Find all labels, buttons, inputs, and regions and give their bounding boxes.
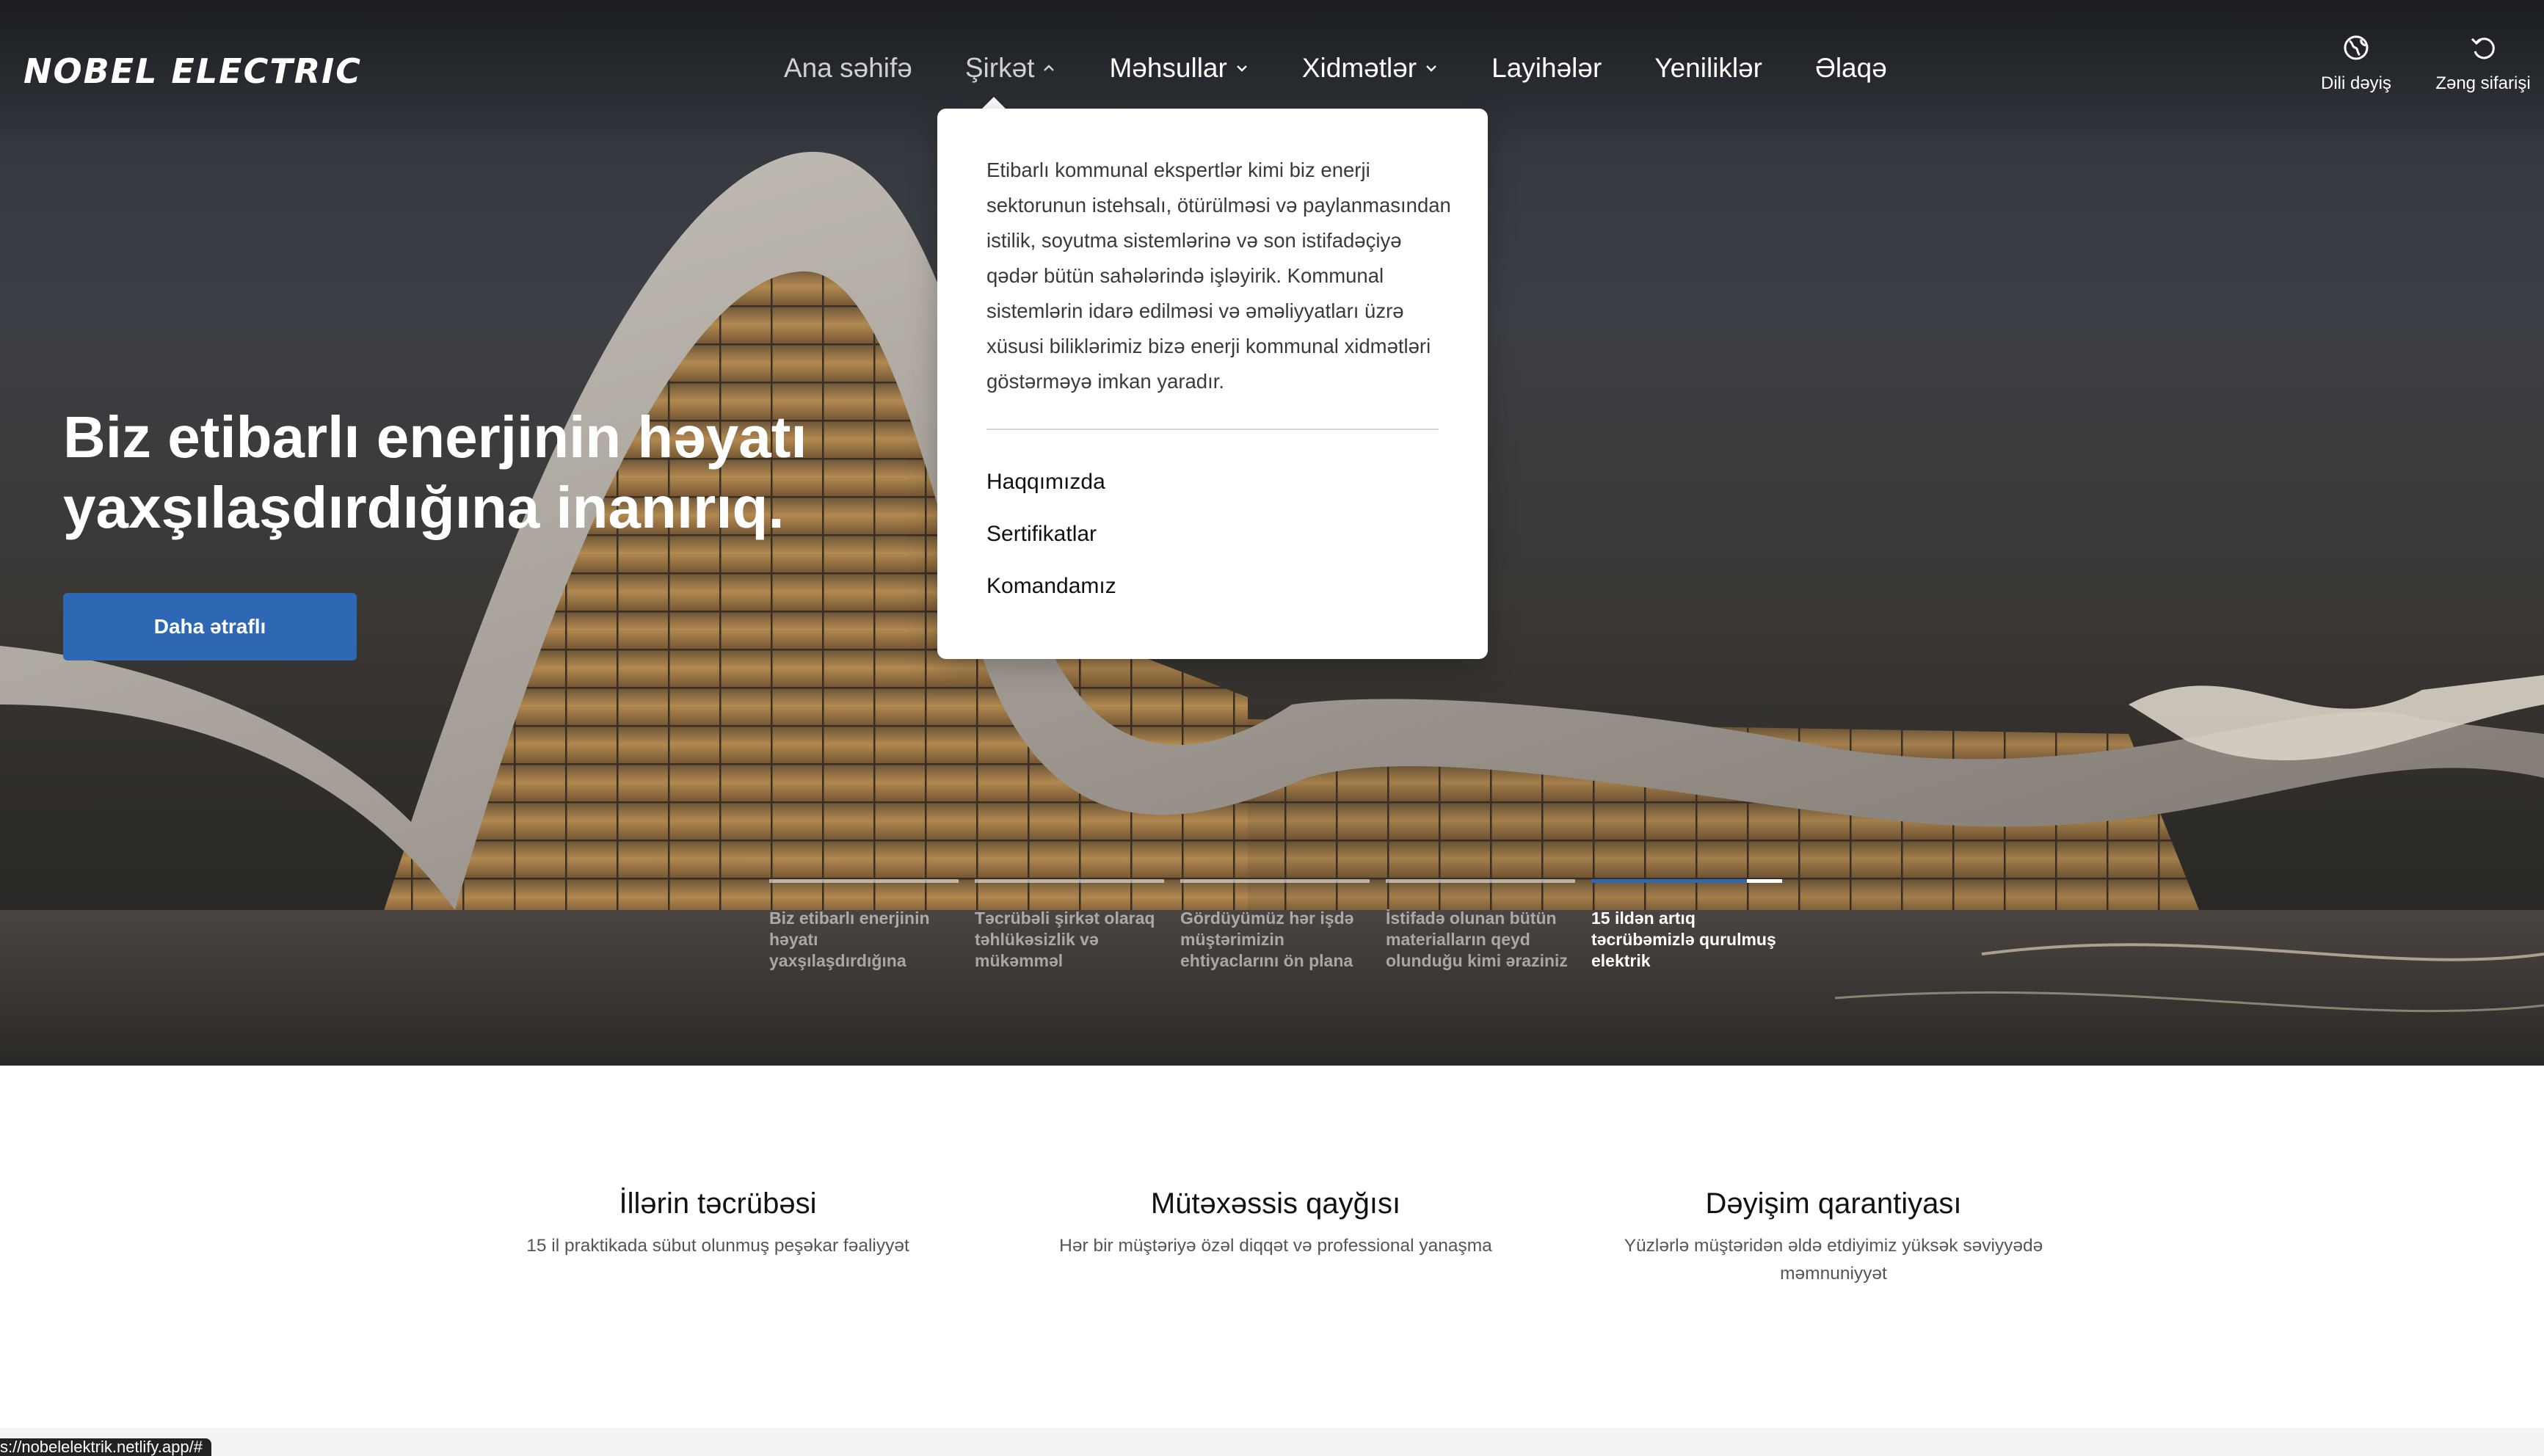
nav-contact-label: Əlaqə [1815, 53, 1887, 83]
nav-products[interactable]: Məhsullar [1109, 53, 1249, 84]
feature-care: Mütəxəssis qayğısı Hər bir müştəriyə özə… [1033, 1187, 1518, 1260]
feature-desc: Yüzlərlə müştəridən əldə etdiyimiz yüksə… [1624, 1236, 2043, 1284]
slide-caption: Gördüyümüz hər işdə müştərimizin ehtiyac… [1180, 909, 1354, 970]
slide-progress-bar [1180, 879, 1370, 883]
slide-progress-knob [1746, 879, 1782, 883]
company-description: Etibarlı kommunal ekspertlər kimi biz en… [986, 159, 1451, 393]
nav-home[interactable]: Ana səhifə [784, 53, 912, 84]
feature-desc: Hər bir müştəriyə özəl diqqət və profess… [1059, 1236, 1492, 1256]
main-nav: Ana səhifə Şirkət Məhsullar Xidmətlər La… [784, 53, 1887, 84]
slide-caption: İstifadə olunan bütün materialların qeyd… [1386, 909, 1568, 970]
slide-tab-2[interactable]: Təcrübəli şirkət olaraq təhlükəsizlik və… [975, 879, 1164, 974]
language-label: Dili dəyiş [2320, 73, 2392, 93]
dropdown-divider [986, 429, 1439, 430]
page-bottom-strip [0, 1428, 2544, 1456]
features-section: İllərin təcrübəsi 15 il praktikada sübut… [0, 1066, 2544, 1428]
slide-progress-bar [769, 879, 959, 883]
nav-products-label: Məhsullar [1109, 53, 1227, 83]
nav-news[interactable]: Yeniliklər [1654, 53, 1762, 84]
slide-caption: Təcrübəli şirkət olaraq təhlükəsizlik və… [975, 909, 1155, 970]
feature-title: İllərin təcrübəsi [619, 1187, 817, 1220]
nav-services-label: Xidmətlər [1301, 53, 1417, 83]
slider-indicators: Biz etibarlı enerjinin həyatı yaxşılaşdı… [769, 879, 1782, 974]
slide-progress-bar [1591, 879, 1782, 883]
slide-tab-1[interactable]: Biz etibarlı enerjinin həyatı yaxşılaşdı… [769, 879, 959, 974]
feature-experience: İllərin təcrübəsi 15 il praktikada sübut… [476, 1187, 960, 1260]
nav-projects[interactable]: Layihələr [1491, 53, 1602, 84]
nav-contact[interactable]: Əlaqə [1815, 53, 1887, 84]
dropdown-link-about[interactable]: Haqqımızda [986, 470, 1105, 495]
nav-projects-label: Layihələr [1491, 53, 1602, 83]
learn-more-button[interactable]: Daha ətraflı [63, 593, 357, 660]
chevron-down-icon [1236, 65, 1247, 72]
feature-title: Mütəxəssis qayğısı [1150, 1187, 1401, 1220]
slide-progress-bar [1386, 879, 1575, 883]
slide-progress-fill [1591, 879, 1747, 883]
slide-tab-3[interactable]: Gördüyümüz hər işdə müştərimizin ehtiyac… [1180, 879, 1370, 974]
nav-company-label: Şirkət [964, 53, 1035, 83]
slide-caption: 15 ildən artıq təcrübəmizlə qurulmuş ele… [1591, 909, 1776, 970]
nav-company[interactable]: Şirkət [965, 53, 1057, 84]
hero-title: Biz etibarlı enerjinin həyatı yaxşılaşdı… [63, 404, 807, 540]
status-bar-url: s://nobelelektrik.netlify.app/# [0, 1438, 211, 1456]
company-dropdown: Etibarlı kommunal ekspertlər kimi biz en… [937, 109, 1488, 659]
feature-desc: 15 il praktikada sübut olunmuş peşəkar f… [526, 1236, 909, 1256]
dropdown-link-team[interactable]: Komandamız [986, 574, 1116, 599]
feature-title: Dəyişim qarantiyası [1705, 1187, 1962, 1220]
feature-guarantee: Dəyişim qarantiyası Yüzlərlə müştəridən … [1591, 1187, 2076, 1288]
callback-label: Zəng sifarişi [2435, 73, 2531, 93]
dropdown-link-certificates[interactable]: Sertifikatlar [986, 522, 1097, 547]
nav-services[interactable]: Xidmətlər [1302, 53, 1439, 84]
slide-progress-bar [975, 879, 1164, 883]
slide-caption: Biz etibarlı enerjinin həyatı yaxşılaşdı… [769, 909, 930, 970]
slide-tab-4[interactable]: İstifadə olunan bütün materialların qeyd… [1386, 879, 1575, 974]
site-logo[interactable]: NOBEL ELECTRIC [23, 51, 362, 91]
nav-home-label: Ana səhifə [784, 53, 912, 83]
globe-icon [2344, 35, 2369, 60]
language-switcher[interactable]: Dili dəyiş [2283, 32, 2429, 94]
phone-callback-icon [2471, 37, 2495, 59]
slide-tab-5[interactable]: 15 ildən artıq təcrübəmizlə qurulmuş ele… [1591, 879, 1782, 974]
nav-news-label: Yeniliklər [1654, 53, 1762, 83]
chevron-up-icon [1044, 65, 1055, 71]
chevron-down-icon [1426, 65, 1436, 72]
callback-button[interactable]: Zəng sifarişi [2410, 32, 2544, 94]
